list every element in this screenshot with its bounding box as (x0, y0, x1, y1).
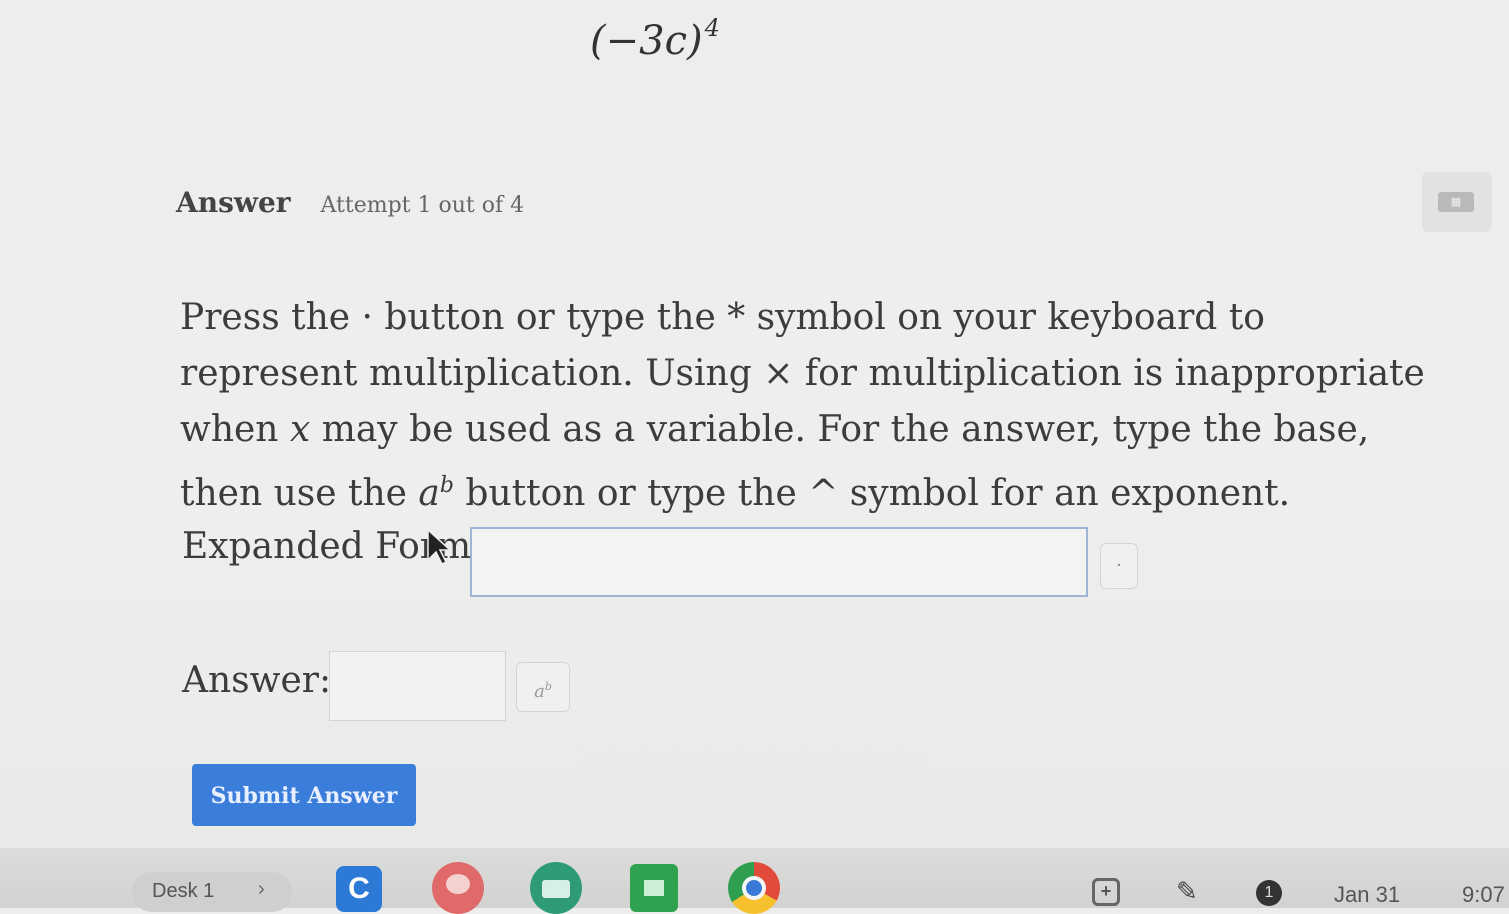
instructions-part3: button or type the ^ symbol for an expon… (453, 473, 1291, 514)
exponent-button-exp: b (544, 680, 552, 693)
chrome-icon[interactable] (728, 862, 780, 914)
chevron-right-icon: › (258, 878, 265, 900)
meet-icon[interactable] (530, 862, 582, 914)
answer-row: Answer: (182, 660, 331, 701)
exponent-button-base: a (534, 681, 545, 702)
calculator-button[interactable]: ▦ (1422, 172, 1492, 232)
problem-exponent: 4 (704, 14, 720, 42)
answer-header: Answer Attempt 1 out of 4 (176, 186, 524, 219)
calculator-icon: ▦ (1438, 192, 1474, 212)
instructions-ab-exp: b (439, 473, 454, 498)
notification-badge[interactable]: 1 (1256, 880, 1282, 906)
exponent-button[interactable]: ab (516, 662, 570, 712)
answer-label: Answer: (182, 660, 332, 701)
problem-base: (−3c) (590, 18, 703, 64)
attempt-counter: Attempt 1 out of 4 (320, 193, 525, 218)
instructions-text: Press the · button or type the * symbol … (180, 290, 1430, 522)
submit-answer-button[interactable]: Submit Answer (192, 764, 416, 826)
instructions-variable-x: x (289, 409, 311, 450)
expanded-form-input[interactable] (470, 527, 1088, 597)
paint-icon[interactable] (432, 862, 484, 914)
multiply-dot-button[interactable]: · (1100, 543, 1138, 589)
classroom-icon[interactable]: C (336, 866, 382, 912)
taskbar: Desk 1 › C + ✎ 1 Jan 31 9:07 (0, 848, 1509, 914)
screenshot-icon[interactable]: + (1092, 878, 1120, 906)
desk-label: Desk 1 (152, 880, 215, 902)
answer-heading: Answer (176, 186, 291, 219)
time-display[interactable]: 9:07 (1462, 882, 1505, 908)
problem-expression: (−3c)4 (590, 14, 720, 64)
instructions-ab-base: a (418, 473, 440, 514)
answer-input[interactable] (329, 651, 506, 721)
sheets-icon[interactable] (630, 864, 678, 912)
stylus-pen-icon[interactable]: ✎ (1176, 876, 1198, 907)
date-display[interactable]: Jan 31 (1334, 882, 1400, 908)
mouse-cursor-icon (427, 528, 452, 566)
